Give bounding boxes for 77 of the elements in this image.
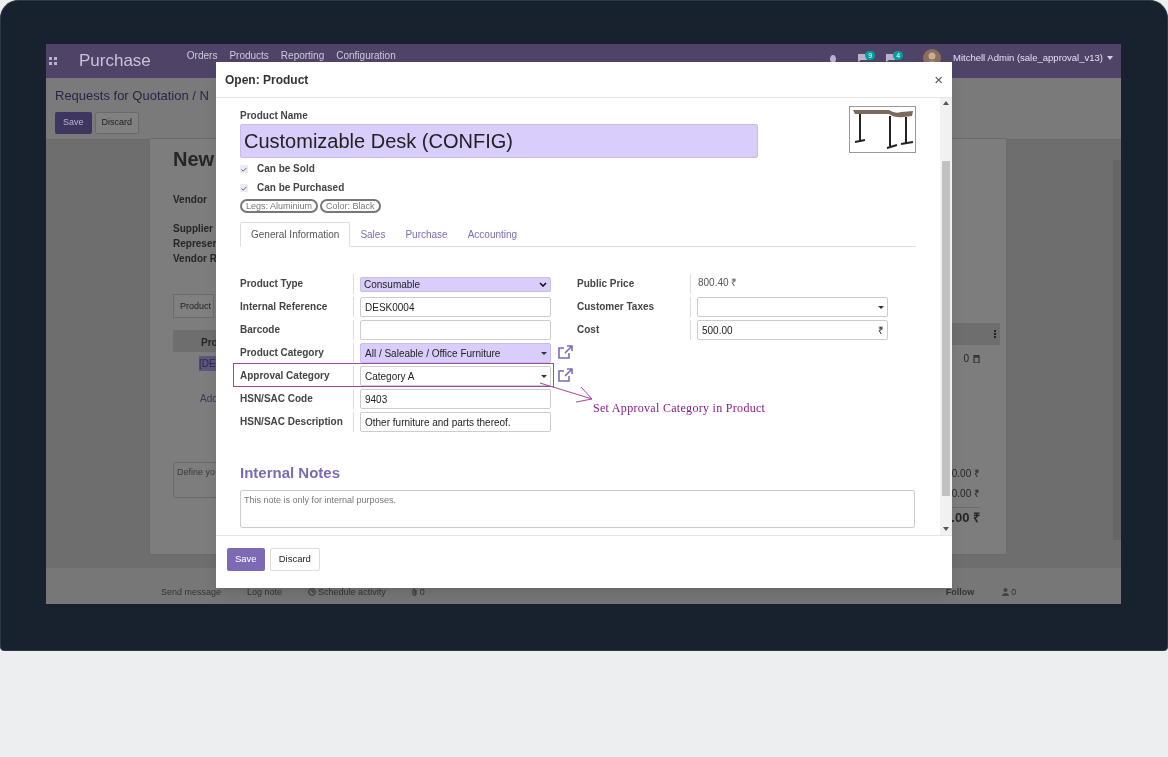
person-icon [1002,588,1010,597]
notebook-tab[interactable]: Product [173,294,215,318]
field-value: 800.40 ₹ [697,276,738,290]
scroll-up-icon[interactable] [943,101,949,105]
tab[interactable]: Purchase [395,222,458,247]
currency-symbol: ₹ [878,323,884,338]
caret-icon[interactable] [878,305,884,309]
scrollbar-thumb[interactable] [942,161,950,496]
annotation-arrow [539,382,595,404]
input-field[interactable]: 9403 [360,389,551,409]
dropdown-field[interactable] [697,297,888,317]
section-heading: Internal Notes [240,463,342,483]
tab[interactable]: Accounting [457,222,528,247]
menu-item[interactable]: Products [229,51,269,61]
field-label: Approval Category [240,369,331,383]
field-label: Internal Reference [240,300,329,314]
attribute-tag: Legs: Aluminium [240,199,319,213]
dropdown-field[interactable]: All / Saleable / Office Furniture [360,343,551,363]
dialog-title: Open: Product [225,71,309,89]
tab[interactable]: Sales [350,222,396,247]
attribute-tag: Color: Black [320,199,381,213]
scrollbar[interactable] [940,98,952,535]
menu-item[interactable]: Configuration [336,51,396,61]
scrollbar[interactable] [1113,160,1121,540]
field-label: Customer Taxes [577,300,656,314]
menu-item[interactable]: Reporting [280,51,325,61]
menu-item[interactable]: Orders [186,51,218,61]
caret-icon[interactable] [541,351,547,355]
close-button[interactable]: × [934,72,943,87]
total-amount: 0.00 ₹ [951,487,980,501]
save-button[interactable]: Save [55,112,92,134]
discard-button[interactable]: Discard [269,548,320,571]
field-label: Vendor R [173,252,218,266]
input-field[interactable]: 500.00 ₹ [697,320,888,340]
breadcrumb[interactable]: Requests for Quotation / N [55,87,209,105]
field-label: Vendor [173,193,208,207]
field-label: Cost [577,323,601,337]
external-link-icon[interactable] [558,345,573,359]
trash-icon[interactable] [973,354,980,363]
discard-button[interactable]: Discard [94,112,140,134]
checkbox-label: Can be Purchased [257,181,345,195]
field-label: Represer [173,237,218,251]
field-label: Supplier [173,222,214,236]
field-label: Barcode [240,323,281,337]
tab[interactable]: General Information [240,222,351,247]
checkmark-icon [241,185,247,191]
total-amount: 0.00 ₹ [951,467,980,481]
field-label: HSN/SAC Description [240,415,344,429]
external-link-icon[interactable] [558,368,573,382]
checkbox[interactable] [240,165,248,173]
field-label: Product Type [240,277,305,291]
user-menu[interactable]: Mitchell Admin (sale_approval_v13) [953,50,1113,66]
checkmark-icon [241,166,247,172]
record-title: New [173,147,216,172]
notes-field[interactable]: This note is only for internal purposes. [240,489,915,528]
checkbox-label: Can be Sold [257,162,315,176]
paperclip-icon [411,588,418,597]
input-field[interactable] [360,320,551,340]
product-name-field[interactable]: Customizable Desk (CONFIG) [240,124,758,158]
field-label: Product Category [240,346,325,360]
input-field[interactable]: DESK0004 [360,297,551,317]
field-label: Public Price [577,277,636,291]
table-cell-text: 0 [963,352,969,366]
caret-icon [1107,56,1113,60]
apps-grid-icon[interactable] [49,57,57,65]
clock-icon [308,588,317,597]
input-field[interactable]: Other furniture and parts thereof. [360,412,551,432]
field-label: Product Name [240,109,309,123]
caret-icon[interactable] [541,374,547,378]
scroll-down-icon[interactable] [943,527,949,531]
checkbox[interactable] [240,184,248,192]
app-title: Purchase [79,50,151,73]
save-button[interactable]: Save [227,548,265,571]
field-label: HSN/SAC Code [240,392,314,406]
select-field[interactable]: Consumable [360,276,551,292]
annotation-text: Set Approval Category in Product [593,400,766,417]
chevron-icon [539,281,547,287]
